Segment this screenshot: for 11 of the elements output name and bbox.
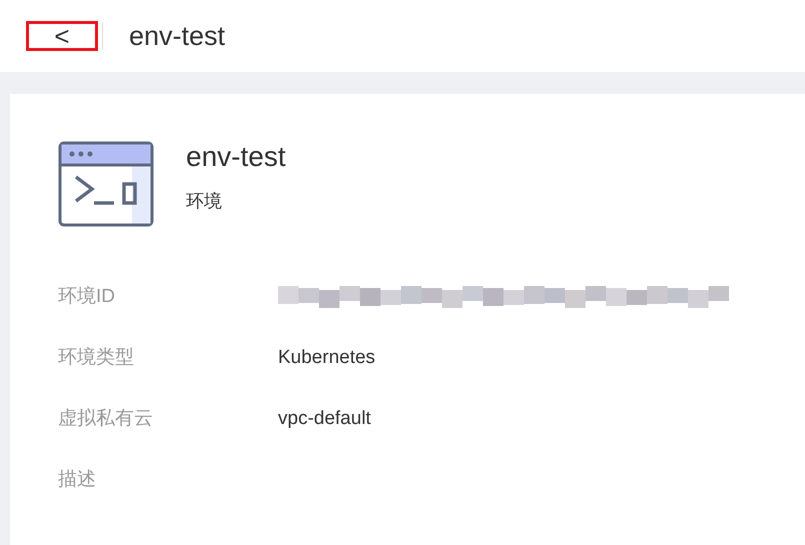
field-value: vpc-default: [278, 406, 371, 431]
environment-name: env-test: [186, 140, 286, 174]
terminal-window-icon: [58, 141, 154, 227]
back-button[interactable]: <: [26, 21, 98, 51]
field-label: 虚拟私有云: [58, 406, 154, 431]
field-label: 描述: [58, 468, 97, 492]
field-label: 环境ID: [58, 284, 116, 309]
field-label: 环境类型: [58, 346, 135, 370]
page-title: env-test: [129, 20, 226, 53]
environment-type-label: 环境: [186, 190, 223, 213]
field-value: Kubernetes: [278, 346, 376, 370]
